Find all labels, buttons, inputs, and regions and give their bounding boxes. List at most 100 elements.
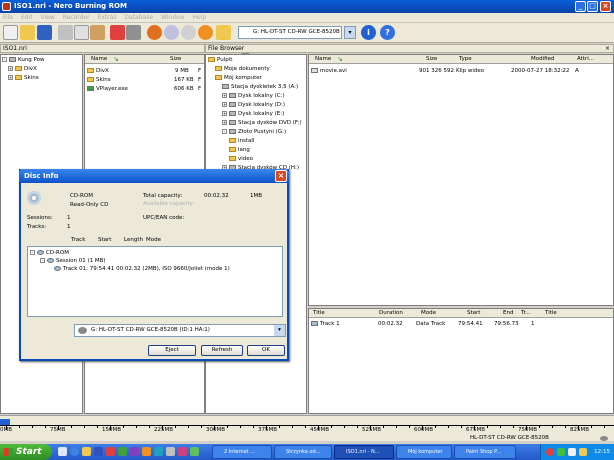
browser-tree-item[interactable]: + Stacja dysków DVD (F:) <box>222 119 302 128</box>
menu-view[interactable]: View <box>38 13 58 23</box>
browser-tree-item[interactable]: lang <box>229 146 250 155</box>
open-icon[interactable] <box>20 25 35 40</box>
quicklaunch-icon[interactable] <box>178 447 187 456</box>
browser-tree-item[interactable]: Pulpit <box>208 56 232 65</box>
quicklaunch-icon[interactable] <box>94 447 103 456</box>
collapse-icon[interactable]: - <box>2 57 7 62</box>
save-icon[interactable] <box>37 25 52 40</box>
ok-button[interactable]: OK <box>247 345 285 356</box>
browser-tree-item[interactable]: video <box>229 155 253 164</box>
close-button[interactable]: × <box>600 1 611 12</box>
menu-edit[interactable]: Edit <box>18 13 36 23</box>
tree-cdrom[interactable]: CD-ROM <box>46 250 69 256</box>
col-duration[interactable]: Duration <box>379 309 403 318</box>
paste-icon[interactable] <box>90 25 105 40</box>
browser-tree-item[interactable]: Mój komputer <box>215 74 262 83</box>
task-paint-shop[interactable]: Paint Shop P... <box>454 445 516 459</box>
expand-icon[interactable]: + <box>222 120 227 125</box>
tree-session[interactable]: Session 01 (1 MB) <box>56 258 106 264</box>
col-track-no[interactable]: Tr... <box>521 309 531 318</box>
menu-recorder[interactable]: Recorder <box>60 13 93 23</box>
browse-icon[interactable] <box>216 25 231 40</box>
browser-tree-item[interactable]: install <box>229 137 254 146</box>
help-icon[interactable]: ? <box>380 25 395 40</box>
browser-tree-item[interactable]: Moje dokumenty <box>215 65 270 74</box>
maximize-button[interactable]: □ <box>587 1 598 12</box>
quicklaunch-icon[interactable] <box>142 447 151 456</box>
tree-item-skins[interactable]: Skins <box>24 75 39 81</box>
refresh-button[interactable]: Refresh <box>201 345 243 356</box>
col-name[interactable]: Name <box>315 55 331 64</box>
tree-item-divx[interactable]: DivX <box>24 66 37 72</box>
tray-icon[interactable] <box>568 448 576 456</box>
track-row[interactable]: Track 1 00:02.32 Data Track 79:54.41 79:… <box>311 320 611 329</box>
col-start[interactable]: Start <box>467 309 480 318</box>
file-row[interactable]: VPlayer.exe 606 KB F <box>87 85 203 94</box>
cut-icon[interactable] <box>58 25 73 40</box>
quicklaunch-icon[interactable] <box>130 447 139 456</box>
col-mode[interactable]: Mode <box>421 309 436 318</box>
col-size[interactable]: Size <box>170 55 181 64</box>
dialog-drive-select[interactable]: G: HL-DT-ST CD-RW GCE-8520B (ID:1 HA:1) … <box>74 324 286 337</box>
quicklaunch-icon[interactable] <box>106 447 115 456</box>
browser-tree-item[interactable]: + Dysk lokalny (D:) <box>222 101 285 110</box>
tray-icon[interactable] <box>557 448 565 456</box>
tree-track[interactable]: Track 01: 79:54.41 00:02.32 (2MB), ISO 9… <box>63 266 230 272</box>
browser-tree-item[interactable]: + Dysk lokalny (C:) <box>222 92 285 101</box>
quicklaunch-icon[interactable] <box>166 447 175 456</box>
close-pane-icon[interactable]: × <box>605 45 610 53</box>
menu-help[interactable]: Help <box>190 13 210 23</box>
tray-icon[interactable] <box>579 448 587 456</box>
expand-icon[interactable]: + <box>222 111 227 116</box>
quicklaunch-icon[interactable] <box>190 447 199 456</box>
dialog-close-button[interactable]: × <box>275 170 287 182</box>
collapse-icon[interactable]: - <box>40 258 45 263</box>
task-internet[interactable]: 2 Internet ... <box>212 445 272 459</box>
browser-tree-item[interactable]: Stacja dyskietek 3,5 (A:) <box>222 83 298 92</box>
menu-file[interactable]: File <box>0 13 16 23</box>
quicklaunch-icon[interactable] <box>58 447 67 456</box>
copy-disc-icon[interactable] <box>164 25 179 40</box>
chevron-down-icon[interactable]: ▾ <box>274 325 285 336</box>
tree-root[interactable]: Kung Pow <box>18 57 45 63</box>
expand-icon[interactable]: + <box>8 75 13 80</box>
burn-icon[interactable] <box>110 25 125 40</box>
file-row[interactable]: DivX 9 MB F <box>87 67 203 76</box>
quicklaunch-icon[interactable] <box>118 447 127 456</box>
col-track-title[interactable]: Title <box>545 309 557 318</box>
new-icon[interactable] <box>3 25 18 40</box>
expand-icon[interactable]: + <box>222 102 227 107</box>
expand-icon[interactable]: + <box>222 93 227 98</box>
menu-extras[interactable]: Extras <box>95 13 120 23</box>
col-attributes[interactable]: Attri... <box>577 55 594 64</box>
minimize-button[interactable]: _ <box>575 1 586 12</box>
col-size[interactable]: Size <box>426 55 437 64</box>
task-my-computer[interactable]: Mój komputer <box>396 445 452 459</box>
col-type[interactable]: Type <box>459 55 472 64</box>
record-icon[interactable] <box>126 25 141 40</box>
col-modified[interactable]: Modified <box>531 55 554 64</box>
expand-icon[interactable]: + <box>8 66 13 71</box>
quicklaunch-icon[interactable] <box>70 447 79 456</box>
copy-icon[interactable] <box>74 25 89 40</box>
col-title[interactable]: Title <box>313 309 325 318</box>
menu-window[interactable]: Window <box>158 13 188 23</box>
wizard-icon[interactable] <box>147 25 162 40</box>
col-end[interactable]: End <box>503 309 513 318</box>
quicklaunch-icon[interactable] <box>154 447 163 456</box>
file-row[interactable]: Skins 167 KB F <box>87 76 203 85</box>
col-name[interactable]: Name <box>91 55 107 64</box>
tray-icon[interactable] <box>546 448 554 456</box>
task-nero[interactable]: ISO1.nri - N... <box>334 445 394 459</box>
task-strona[interactable]: Strzynka od... <box>274 445 332 459</box>
menu-database[interactable]: Database <box>121 13 156 23</box>
drive-dropdown-arrow[interactable]: ▾ <box>344 26 356 39</box>
erase-icon[interactable] <box>198 25 213 40</box>
collapse-icon[interactable]: - <box>222 129 227 134</box>
start-button[interactable]: Start <box>0 444 52 460</box>
disc-icon[interactable] <box>181 25 196 40</box>
browser-tree-item[interactable]: + Dysk lokalny (E:) <box>222 110 284 119</box>
file-row[interactable]: movie.avi 901 326 592 Klip wideo 2000-07… <box>311 67 611 76</box>
drive-select[interactable]: G: HL-DT-ST CD-RW GCE-8520B <box>238 26 342 39</box>
quicklaunch-icon[interactable] <box>82 447 91 456</box>
